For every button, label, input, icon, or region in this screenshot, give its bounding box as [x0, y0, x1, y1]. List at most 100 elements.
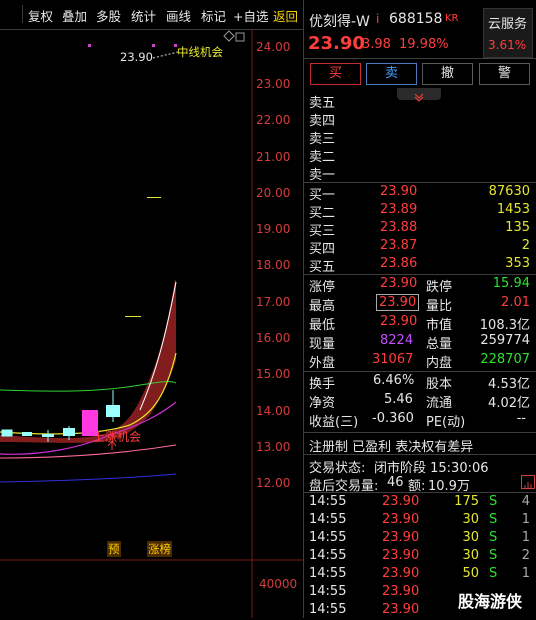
stats-row: 现量 8224 总量 259774: [304, 333, 536, 352]
bid-row[interactable]: 买一 23.90 87630: [304, 184, 536, 203]
price-tick: 17.00: [256, 295, 291, 309]
alert-button[interactable]: 警: [479, 63, 530, 85]
stat-label: 股本: [426, 377, 453, 392]
limit-dash: [125, 316, 141, 317]
toolbar-draw-line[interactable]: 画线: [166, 6, 191, 25]
divider: [304, 432, 536, 433]
tick-time: 14:55: [309, 512, 347, 527]
bid-row[interactable]: 买二 23.89 1453: [304, 202, 536, 221]
sector-tag[interactable]: 云服务 3.61%: [483, 8, 533, 58]
kline-chart[interactable]: 23.90 中线机会 上涨机会 预 涨榜 24.00 23.00 22.00 2…: [0, 30, 303, 618]
divider: [304, 274, 536, 275]
toolbar-back[interactable]: 返回: [273, 6, 298, 25]
sell-button[interactable]: 卖: [366, 63, 417, 85]
ask-row[interactable]: 卖一: [304, 164, 536, 183]
price-tick: 15.00: [256, 367, 291, 381]
tick-price: 23.90: [382, 494, 420, 509]
current-volume: 8224: [380, 333, 414, 348]
stock-name: 优刻得-W: [309, 14, 370, 30]
ask-row[interactable]: 卖三: [304, 128, 536, 147]
bid-label: 买二: [309, 206, 336, 221]
bid-price: 23.89: [380, 202, 418, 217]
stats-row: 涨停 23.90 跌停 15.94: [304, 276, 536, 295]
tick-price: 23.90: [382, 584, 420, 599]
sector-name: 云服务: [488, 17, 528, 32]
stock-code-suffix: KR: [445, 13, 459, 24]
pe-ratio: --: [516, 411, 526, 426]
toolbar-restore-rights[interactable]: 复权: [28, 6, 53, 25]
trade-status-label: 交易状态:: [309, 461, 366, 476]
listing-notice: 注册制 已盈利 表决权有差异: [309, 440, 474, 455]
candle: [1, 429, 13, 437]
bid-label: 买一: [309, 188, 336, 203]
tick-side: S: [489, 494, 498, 509]
ask-row[interactable]: 卖四: [304, 110, 536, 129]
tick-price: 23.90: [382, 602, 420, 617]
ma-line-pink: [0, 444, 177, 459]
price-tick: 20.00: [256, 186, 291, 200]
price-tick: 13.00: [256, 440, 291, 454]
tick-time: 14:55: [309, 530, 347, 545]
chart-toolbar: 复权 叠加 多股 统计 画线 标记 +自选 返回: [0, 0, 303, 29]
buy-button[interactable]: 买: [310, 63, 361, 85]
purple-dot-marker: [152, 44, 155, 47]
tick-count: 2: [521, 548, 530, 563]
cancel-button[interactable]: 撤: [422, 63, 473, 85]
stock-code: 688158: [389, 11, 443, 27]
tick-price: 23.90: [382, 530, 420, 545]
tick-volume: 50: [462, 566, 479, 581]
tag-limit-up-list: 涨榜: [147, 541, 172, 557]
stat-label: 外盘: [309, 356, 336, 371]
stats-row: 净资 5.46 流通 4.02亿: [304, 392, 536, 411]
stat-label: 最低: [309, 318, 336, 333]
bid-volume: 135: [505, 220, 530, 235]
divider: [304, 454, 536, 455]
bid-row[interactable]: 买三 23.88 135: [304, 220, 536, 239]
tick-time: 14:55: [309, 494, 347, 509]
tick-row: 14:55 23.90 30 S 2: [304, 548, 536, 566]
stat-label: 总量: [426, 337, 453, 352]
tick-volume: 175: [454, 494, 479, 509]
toolbar-separator: [22, 5, 23, 23]
price-tick: 19.00: [256, 222, 291, 236]
tick-price: 23.90: [382, 512, 420, 527]
tick-row: 14:55 23.90 30 S 1: [304, 512, 536, 530]
toolbar-statistics[interactable]: 统计: [131, 6, 156, 25]
tick-price: 23.90: [382, 566, 420, 581]
stat-label: 最高: [309, 299, 336, 314]
tick-side: S: [489, 548, 498, 563]
tick-row: 14:55 23.90 30 S 1: [304, 530, 536, 548]
stat-label: 量比: [426, 299, 453, 314]
toolbar-mark[interactable]: 标记: [201, 6, 226, 25]
tick-time: 14:55: [309, 566, 347, 581]
bid-label: 买四: [309, 242, 336, 257]
limit-down-price: 15.94: [492, 276, 530, 291]
bid-label: 买五: [309, 260, 336, 275]
bid-row[interactable]: 买五 23.86 353: [304, 256, 536, 275]
annotation-text: 中线机会: [177, 45, 223, 59]
toolbar-add-watchlist[interactable]: +自选: [233, 6, 268, 25]
stats-row: 收益(三) -0.360 PE(动) --: [304, 411, 536, 430]
volume-tick: 40000: [259, 577, 298, 591]
toolbar-overlay[interactable]: 叠加: [62, 6, 87, 25]
current-price: 23.90: [308, 33, 365, 54]
ask-row[interactable]: 卖五: [304, 92, 536, 111]
ask-row[interactable]: 卖二: [304, 146, 536, 165]
watermark: 股海游侠: [458, 592, 523, 611]
divider: [304, 371, 536, 372]
ask-label: 卖五: [309, 96, 336, 111]
window-icon: [235, 32, 245, 42]
stat-label: 市值: [426, 318, 453, 333]
divider: [304, 492, 536, 493]
bid-row[interactable]: 买四 23.87 2: [304, 238, 536, 257]
tick-price: 23.90: [382, 548, 420, 563]
annotation-leader: [152, 51, 179, 59]
price-tick: 18.00: [256, 258, 291, 272]
tick-row: 14:55 23.90 50 S 1: [304, 566, 536, 584]
candle: [106, 405, 120, 417]
quote-panel: 优刻得-W i 688158 KR 云服务 3.61% 23.90 3.98 1…: [304, 0, 536, 618]
tick-time: 14:55: [309, 602, 347, 617]
stat-label: 涨停: [309, 280, 336, 295]
bar-chart-icon[interactable]: [521, 475, 535, 489]
toolbar-multi-stock[interactable]: 多股: [96, 6, 121, 25]
